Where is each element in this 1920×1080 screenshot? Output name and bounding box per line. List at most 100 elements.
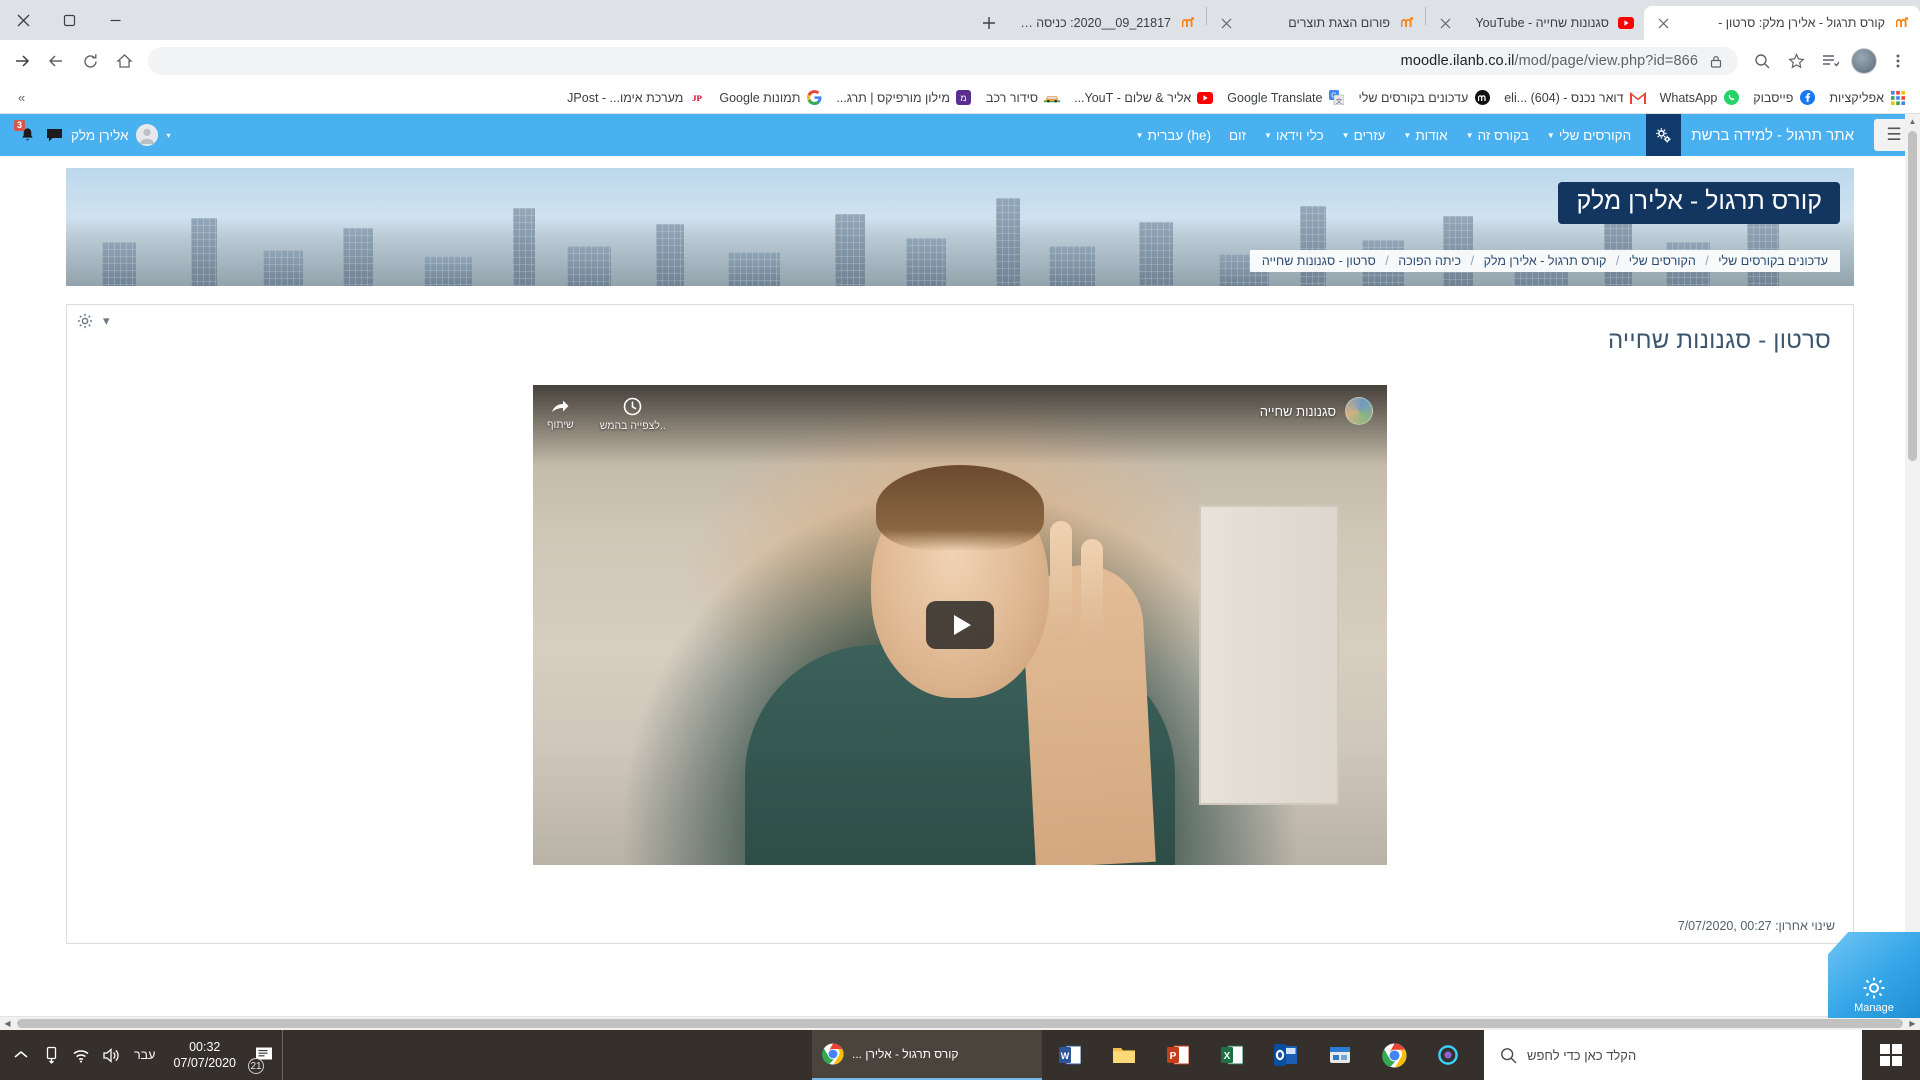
manage-widget[interactable]: Manage xyxy=(1828,932,1920,1018)
page-horizontal-scrollbar[interactable]: ◀ ▶ xyxy=(0,1016,1920,1030)
menu-icon[interactable] xyxy=(1882,45,1914,77)
watch-later-button[interactable]: לצפייה בהמש.. xyxy=(600,397,666,432)
nav-item-about[interactable]: אודות ▼ xyxy=(1394,128,1456,143)
tab-1[interactable]: סגנונות שחייה - YouTube xyxy=(1426,6,1644,40)
close-icon[interactable] xyxy=(0,0,46,40)
bell-icon[interactable]: 3 xyxy=(14,120,38,146)
vertical-scroll-thumb[interactable] xyxy=(1908,131,1917,461)
windows-start-icon[interactable] xyxy=(1862,1030,1920,1080)
star-icon[interactable] xyxy=(1780,45,1812,77)
word-icon[interactable]: W xyxy=(1044,1030,1096,1080)
bookmark-gmail[interactable]: דואר נכנס - eli... (604) xyxy=(1498,87,1651,109)
share-label: שיתוף xyxy=(547,419,574,431)
page-vertical-scrollbar[interactable]: ▲ xyxy=(1905,114,1920,1016)
tab-3[interactable]: 21817_09__2020: כניסה לקורס מו xyxy=(1006,6,1206,40)
volume-icon[interactable] xyxy=(96,1030,126,1080)
jpost-icon: JP xyxy=(689,90,705,106)
scroll-right-arrow[interactable]: ▶ xyxy=(1905,1019,1920,1028)
breadcrumb-item-1[interactable]: הקורסים שלי xyxy=(1629,254,1696,268)
youtube-embed[interactable]: סגנונות שחייה שיתוף לצפייה בהמש.. xyxy=(533,385,1387,865)
site-name[interactable]: אתר תרגול - למידה ברשת xyxy=(1687,127,1866,144)
speech-bubble-icon[interactable] xyxy=(46,128,63,143)
search-placeholder: הקלד כאן כדי לחפש xyxy=(1527,1047,1637,1063)
video-channel[interactable]: סגנונות שחייה xyxy=(1260,397,1373,425)
bookmark-label: סידור רכב xyxy=(985,90,1039,105)
video-actions: שיתוף לצפייה בהמש.. xyxy=(547,397,666,432)
address-bar[interactable]: moodle.ilanb.co.il/mod/page/view.php?id=… xyxy=(148,47,1738,75)
tab-title: סגנונות שחייה - YouTube xyxy=(1475,16,1609,30)
breadcrumb-item-0[interactable]: עדכונים בקורסים שלי xyxy=(1718,254,1828,268)
forward-icon[interactable] xyxy=(6,45,38,77)
usb-icon[interactable] xyxy=(36,1030,66,1080)
nav-item-label: אודות xyxy=(1415,127,1448,143)
tab-close-icon[interactable] xyxy=(1436,14,1454,32)
breadcrumb-separator: / xyxy=(1705,254,1709,268)
scroll-left-arrow[interactable]: ◀ xyxy=(0,1019,15,1028)
taskbar-active-window[interactable]: קורס תרגול - אלירן ... xyxy=(812,1030,1042,1080)
bookmark-facebook[interactable]: פייסבוק xyxy=(1747,87,1821,109)
show-hidden-icons-icon[interactable] xyxy=(6,1030,36,1080)
breadcrumb-item-3[interactable]: כיתה הפוכה xyxy=(1398,254,1461,268)
nav-item-settings[interactable] xyxy=(1646,114,1682,156)
language-indicator[interactable]: עבר xyxy=(126,1048,163,1062)
profile-avatar[interactable] xyxy=(1848,45,1880,77)
horizontal-scroll-thumb[interactable] xyxy=(17,1019,1903,1028)
share-icon xyxy=(550,397,570,415)
tab-2[interactable]: פורום הצגת תוצרים xyxy=(1207,6,1425,40)
wifi-icon[interactable] xyxy=(66,1030,96,1080)
action-center-icon[interactable]: 21 xyxy=(246,1030,282,1080)
nav-item-video-tools[interactable]: כלי וידאו ▼ xyxy=(1255,128,1333,143)
breadcrumb-item-2[interactable]: קורס תרגול - אלירן מלק xyxy=(1484,254,1607,268)
nav-item-in-this-course[interactable]: בקורס זה ▼ xyxy=(1457,128,1538,143)
show-desktop-button[interactable] xyxy=(282,1030,290,1080)
tab-close-icon[interactable] xyxy=(1217,14,1235,32)
bookmarks-overflow-button[interactable]: « xyxy=(8,90,35,105)
car-icon xyxy=(1044,90,1061,106)
home-icon[interactable] xyxy=(108,45,140,77)
bookmark-youtube[interactable]: אליר & שלום - YouT... xyxy=(1068,87,1219,109)
bookmark-morfix[interactable]: מ מילון מורפיקס | תרג... xyxy=(830,87,978,109)
search-input[interactable]: הקלד כאן כדי לחפש xyxy=(1484,1030,1862,1080)
minimize-icon[interactable] xyxy=(92,0,138,40)
search-icon xyxy=(1500,1047,1517,1064)
reading-list-icon[interactable] xyxy=(1814,45,1846,77)
svg-text:文: 文 xyxy=(1336,96,1343,105)
bookmark-google-images[interactable]: תמונות Google xyxy=(713,87,828,109)
taskbar-clock[interactable]: 00:32 07/07/2020 xyxy=(163,1039,246,1071)
reload-icon[interactable] xyxy=(74,45,106,77)
moodle-icon xyxy=(1893,15,1910,32)
user-menu[interactable]: ▾ אלירן מלק 3 xyxy=(10,120,170,146)
back-icon[interactable] xyxy=(40,45,72,77)
restore-icon[interactable] xyxy=(46,0,92,40)
cortana-icon[interactable] xyxy=(1422,1030,1474,1080)
new-tab-button[interactable] xyxy=(972,6,1006,40)
course-banner-wrap: קורס תרגול - אלירן מלק עדכונים בקורסים ש… xyxy=(0,156,1920,286)
tab-close-icon[interactable] xyxy=(1654,14,1672,32)
bookmark-whatsapp[interactable]: WhatsApp xyxy=(1654,87,1746,109)
nav-item-zoom[interactable]: זום xyxy=(1220,128,1255,143)
gear-icon[interactable] xyxy=(77,313,93,329)
tab-0[interactable]: קורס תרגול - אלירן מלק: סרטון - xyxy=(1644,6,1920,40)
nav-item-language[interactable]: עברית (he) ▼ xyxy=(1127,128,1220,143)
bookmark-apps[interactable]: אפליקציות xyxy=(1823,87,1912,109)
nav-item-my-courses[interactable]: הקורסים שלי ▼ xyxy=(1538,128,1640,143)
browser-window: קורס תרגול - אלירן מלק: סרטון - סגנונות … xyxy=(0,0,1920,1030)
nav-item-label: בקורס זה xyxy=(1477,127,1529,143)
chrome-icon[interactable] xyxy=(1368,1030,1420,1080)
caret-down-icon[interactable]: ▾ xyxy=(103,313,110,329)
search-icon[interactable] xyxy=(1746,45,1778,77)
outlook-icon[interactable] xyxy=(1260,1030,1312,1080)
nav-item-tools[interactable]: עזרים ▼ xyxy=(1333,128,1395,143)
scroll-up-arrow[interactable]: ▲ xyxy=(1909,114,1917,129)
file-explorer-icon[interactable] xyxy=(1098,1030,1150,1080)
bookmark-car[interactable]: סידור רכב xyxy=(980,87,1066,109)
bookmark-jpost[interactable]: JP מערכת אימו... - JPost xyxy=(561,87,711,109)
powerpoint-icon[interactable]: P xyxy=(1152,1030,1204,1080)
share-button[interactable]: שיתוף xyxy=(547,397,574,432)
action-center-count: 21 xyxy=(248,1058,264,1074)
play-icon[interactable] xyxy=(926,601,994,649)
bookmark-moodle-updates[interactable]: עדכונים בקורסים שלי xyxy=(1352,87,1496,109)
bookmark-google-translate[interactable]: G文 Google Translate xyxy=(1221,87,1350,109)
store-icon[interactable] xyxy=(1314,1030,1366,1080)
excel-icon[interactable]: X xyxy=(1206,1030,1258,1080)
